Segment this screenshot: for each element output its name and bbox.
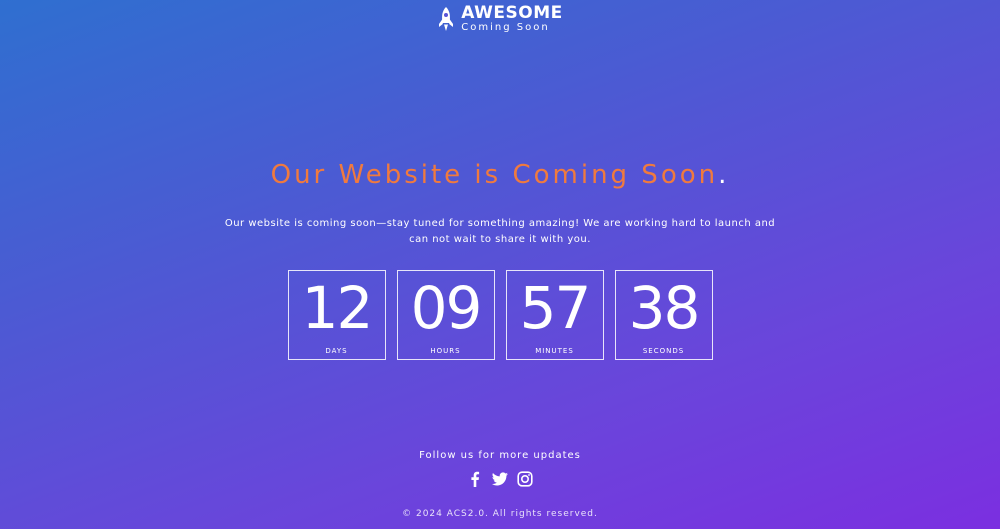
twitter-icon (492, 472, 508, 486)
facebook-icon (471, 471, 480, 487)
twitter-link[interactable] (492, 471, 508, 487)
countdown-hours-label: HOURS (430, 347, 461, 355)
follow-text: Follow us for more updates (419, 450, 581, 461)
countdown-days-label: DAYS (325, 347, 348, 355)
countdown-seconds-value: 38 (628, 274, 701, 342)
headline-text: Our Website is Coming Soon (270, 160, 719, 190)
countdown-minutes-label: MINUTES (535, 347, 574, 355)
social-links (0, 471, 1000, 487)
description-line-1: Our website is coming soon—stay tuned fo… (224, 218, 776, 229)
description-line-2: can not wait to share it with you. (409, 234, 591, 245)
facebook-link[interactable] (467, 471, 483, 487)
brand-subtitle: Coming Soon (461, 22, 550, 33)
countdown-minutes-value: 57 (519, 274, 592, 342)
brand-title: AWESOME (461, 3, 563, 23)
copyright-text: © 2024 ACS2.0. All rights reserved. (402, 509, 598, 519)
brand-logo[interactable]: AWESOME Coming Soon (0, 5, 1000, 33)
page-headline: Our Website is Coming Soon. (0, 160, 1000, 190)
countdown-days: 12 DAYS (287, 270, 386, 360)
countdown-timer: 12 DAYS 09 HOURS 57 MINUTES 38 SECONDS (0, 270, 1000, 360)
countdown-seconds: 38 SECONDS (614, 270, 713, 360)
rocket-icon (439, 7, 454, 31)
countdown-hours-value: 09 (410, 274, 483, 342)
countdown-days-value: 12 (301, 274, 374, 342)
countdown-minutes: 57 MINUTES (505, 270, 604, 360)
instagram-icon (517, 471, 533, 487)
page-description: Our website is coming soon—stay tuned fo… (200, 216, 800, 248)
instagram-link[interactable] (517, 471, 533, 487)
countdown-seconds-label: SECONDS (642, 347, 685, 355)
headline-dot: . (718, 160, 730, 190)
countdown-hours: 09 HOURS (396, 270, 495, 360)
brand-text: AWESOME Coming Soon (461, 5, 562, 33)
